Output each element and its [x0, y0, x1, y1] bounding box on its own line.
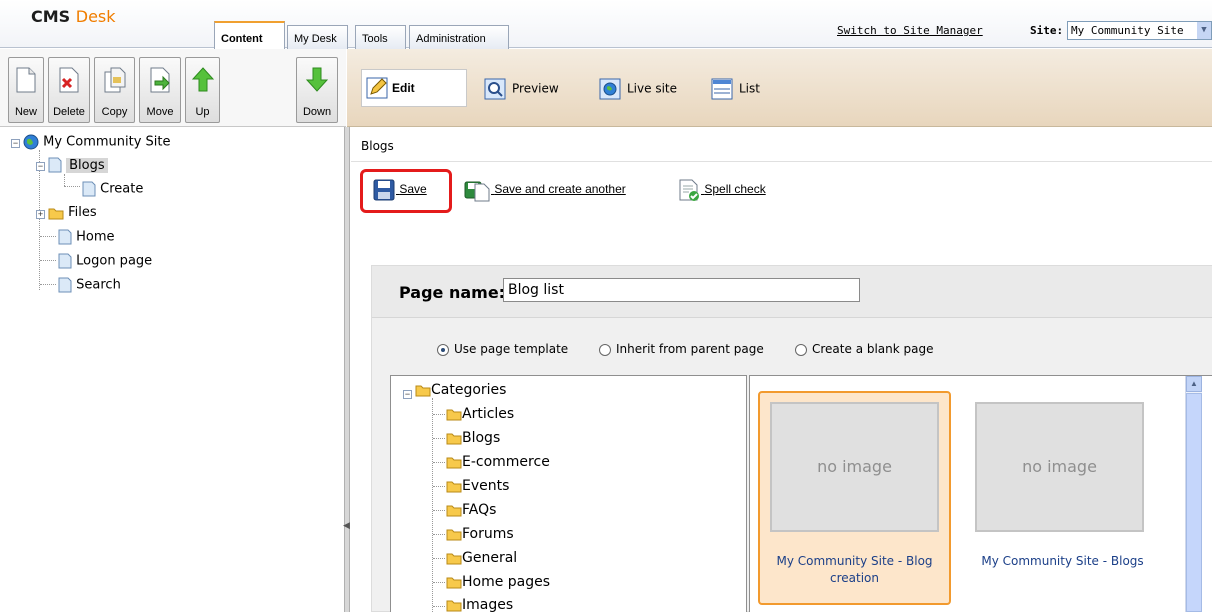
folder-icon [446, 433, 462, 445]
live-site-mode-button[interactable]: Live site [599, 78, 677, 100]
radio-create-blank-page[interactable]: Create a blank page [795, 342, 934, 356]
radio-use-page-template[interactable]: Use page template [437, 342, 568, 356]
template-card-blogs[interactable]: no image My Community Site - Blogs [966, 391, 1159, 605]
globe-icon [23, 134, 39, 150]
save-new-icon [464, 181, 490, 202]
folder-icon [446, 600, 462, 612]
spell-check-button[interactable]: Spell check [677, 178, 766, 202]
divider [351, 161, 1212, 162]
expand-files-icon[interactable]: + [36, 210, 45, 219]
collapse-pane-icon[interactable]: ◀ [343, 520, 350, 540]
category-articles[interactable]: Articles [446, 406, 514, 422]
category-images[interactable]: Images [446, 597, 513, 612]
copy-button[interactable]: Copy [94, 57, 135, 123]
folder-icon [446, 529, 462, 541]
category-home-pages[interactable]: Home pages [446, 574, 550, 590]
arrow-down-icon [306, 67, 328, 92]
folder-icon [415, 385, 431, 397]
folder-icon [48, 208, 64, 219]
scrollbar-thumb[interactable] [1186, 393, 1202, 612]
page-icon [58, 253, 72, 269]
template-caption: My Community Site - Blogs [981, 554, 1144, 568]
folder-icon [446, 505, 462, 517]
folder-icon [446, 409, 462, 421]
floppy-disk-icon [373, 179, 395, 201]
new-document-icon [16, 67, 36, 93]
spell-check-icon [679, 179, 699, 201]
page-name-label: Page name: [399, 283, 506, 302]
radio-unchecked-icon [599, 343, 611, 356]
category-e-commerce[interactable]: E-commerce [446, 454, 550, 470]
page-icon [58, 229, 72, 245]
folder-icon [446, 457, 462, 469]
switch-to-site-manager-link[interactable]: Switch to Site Manager [837, 24, 983, 37]
template-thumbnail: no image [975, 402, 1144, 532]
edit-pencil-icon [366, 77, 388, 99]
template-caption: My Community Site - Blog creation [776, 554, 933, 585]
delete-document-icon [59, 67, 79, 93]
list-mode-button[interactable]: List [711, 78, 760, 100]
app-logo: CMS Desk [31, 7, 116, 26]
folder-icon [446, 553, 462, 565]
scroll-up-icon[interactable]: ▲ [1186, 376, 1202, 392]
template-scrollbar[interactable]: ▲ [1185, 376, 1202, 612]
move-button[interactable]: Move [139, 57, 181, 123]
page-icon [82, 181, 96, 197]
preview-magnifier-icon [484, 78, 506, 100]
template-thumbnail: no image [770, 402, 939, 532]
tree-node-files[interactable]: Files [48, 205, 97, 220]
collapse-blogs-icon[interactable]: − [36, 162, 45, 171]
tree-node-home[interactable]: Home [58, 229, 115, 245]
list-icon [711, 78, 733, 100]
new-button[interactable]: New [8, 57, 44, 123]
category-forums[interactable]: Forums [446, 526, 514, 542]
folder-icon [446, 481, 462, 493]
radio-inherit-from-parent[interactable]: Inherit from parent page [599, 342, 764, 356]
delete-button[interactable]: Delete [48, 57, 90, 123]
copy-icon [104, 67, 125, 93]
tree-node-blogs[interactable]: Blogs [48, 157, 108, 173]
tree-node-search[interactable]: Search [58, 277, 121, 293]
collapse-categories-icon[interactable]: − [403, 390, 412, 399]
page-name-input[interactable]: Blog list [503, 278, 860, 302]
tree-node-logon-page[interactable]: Logon page [58, 253, 152, 269]
page-icon [58, 277, 72, 293]
tab-my-desk[interactable]: My Desk [287, 25, 348, 49]
collapse-root-icon[interactable]: − [11, 139, 20, 148]
move-icon [150, 67, 170, 93]
edit-mode-button[interactable]: Edit [361, 69, 467, 107]
edit-mode-label: Edit [392, 81, 415, 95]
live-site-globe-icon [599, 78, 621, 100]
up-button[interactable]: Up [185, 57, 220, 123]
tab-administration[interactable]: Administration [409, 25, 509, 49]
tab-tools[interactable]: Tools [355, 25, 406, 49]
template-card-blog-creation[interactable]: no image My Community Site - Blog creati… [758, 391, 951, 605]
arrow-up-icon [191, 67, 214, 92]
radio-checked-icon [437, 343, 449, 356]
page-icon [48, 157, 62, 173]
category-tree [390, 375, 747, 612]
preview-mode-button[interactable]: Preview [484, 78, 559, 100]
tree-node-create[interactable]: Create [82, 181, 143, 197]
category-root[interactable]: Categories [415, 382, 506, 398]
save-button[interactable]: Save [372, 178, 427, 202]
chevron-down-icon: ▼ [1197, 22, 1211, 39]
site-label: Site: [1030, 24, 1064, 37]
site-select[interactable]: My Community Site ▼ [1067, 21, 1212, 40]
category-general[interactable]: General [446, 550, 517, 566]
category-events[interactable]: Events [446, 478, 509, 494]
tree-node-root[interactable]: My Community Site [23, 134, 171, 150]
view-mode-toolbar [347, 49, 1212, 127]
folder-icon [446, 577, 462, 589]
save-and-create-another-button[interactable]: Save and create another [463, 178, 626, 202]
category-blogs[interactable]: Blogs [446, 430, 500, 446]
down-button[interactable]: Down [296, 57, 338, 123]
radio-unchecked-icon [795, 343, 807, 356]
category-faqs[interactable]: FAQs [446, 502, 496, 518]
tab-content[interactable]: Content [214, 21, 285, 49]
breadcrumb: Blogs [361, 139, 394, 153]
